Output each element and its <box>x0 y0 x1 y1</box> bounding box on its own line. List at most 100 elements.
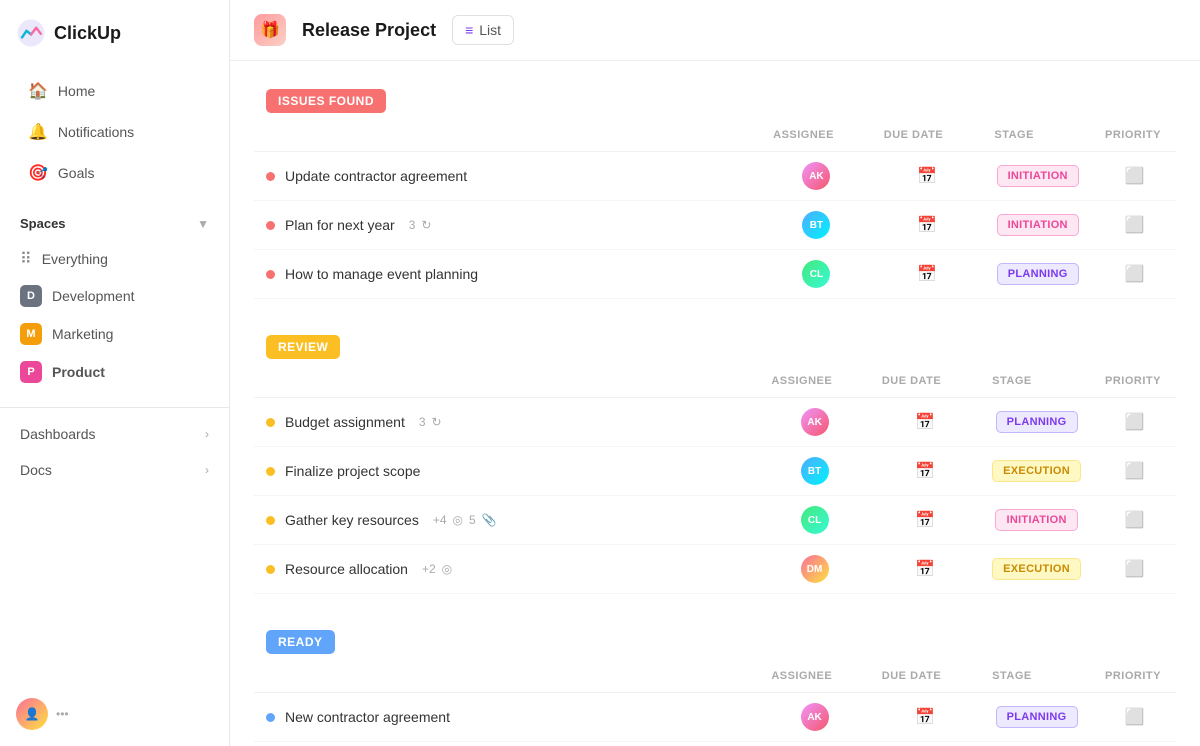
spaces-collapse-icon[interactable]: ▼ <box>197 217 209 231</box>
avatar: BT <box>802 211 830 239</box>
table-header-review: ASSIGNEE DUE DATE STAGE PRIORITY <box>254 365 1176 398</box>
sidebar-nav: 🏠 Home 🔔 Notifications 🎯 Goals <box>0 66 229 198</box>
table-header-issues: ASSIGNEE DUE DATE STAGE PRIORITY <box>254 119 1176 152</box>
product-space-icon: P <box>20 361 42 383</box>
table-header-ready: ASSIGNEE DUE DATE STAGE PRIORITY <box>254 660 1176 693</box>
task-dot <box>266 172 275 181</box>
docs-expand-icon: › <box>205 463 209 477</box>
grid-icon: ⠿ <box>20 249 32 269</box>
dashboards-expand-icon: › <box>205 427 209 441</box>
priority-icon: ⬜ <box>1125 512 1145 529</box>
clickup-logo-icon <box>16 18 46 48</box>
sidebar-item-home[interactable]: 🏠 Home <box>8 71 221 111</box>
user-avatar[interactable]: 👤 <box>16 698 48 730</box>
th-stage: STAGE <box>980 365 1093 398</box>
sidebar-item-development[interactable]: D Development <box>0 277 229 315</box>
user-menu-dots[interactable]: ••• <box>56 707 69 721</box>
priority-icon: ⬜ <box>1125 709 1145 726</box>
task-meta: +2 ◎ <box>422 562 452 576</box>
marketing-space-icon: M <box>20 323 42 345</box>
task-title: New contractor agreement <box>285 709 450 725</box>
stage-badge: PLANNING <box>997 263 1079 285</box>
meta-count: 3 <box>419 415 426 429</box>
task-dot <box>266 418 275 427</box>
sidebar-item-dashboards[interactable]: Dashboards › <box>0 416 229 452</box>
task-meta: 3 ↻ <box>419 415 442 429</box>
dashboards-label: Dashboards <box>20 426 96 442</box>
table-row[interactable]: New contractor agreement AK 📅 PLANNING ⬜ <box>254 693 1176 742</box>
sidebar-item-goals-label: Goals <box>58 165 95 181</box>
calendar-icon: 📅 <box>917 168 937 185</box>
sidebar-item-everything[interactable]: ⠿ Everything <box>0 241 229 277</box>
task-title: Budget assignment <box>285 414 405 430</box>
sidebar-item-development-label: Development <box>52 288 135 304</box>
avatar: AK <box>801 408 829 436</box>
table-row[interactable]: Budget assignment 3 ↻ AK 📅 PLANNING ⬜ <box>254 398 1176 447</box>
th-stage: STAGE <box>980 660 1093 693</box>
paperclip-icon: 📎 <box>482 513 497 527</box>
group-issues-found: ISSUES FOUND ASSIGNEE DUE DATE STAGE PRI… <box>254 81 1176 299</box>
table-row[interactable]: Finalize project scope BT 📅 EXECUTION ⬜ <box>254 447 1176 496</box>
task-meta: 3 ↻ <box>409 218 432 232</box>
table-row[interactable]: Gather key resources +4 ◎ 5 📎 CL 📅 <box>254 496 1176 545</box>
sidebar-item-goals[interactable]: 🎯 Goals <box>8 153 221 193</box>
task-title: Gather key resources <box>285 512 419 528</box>
calendar-icon: 📅 <box>917 266 937 283</box>
task-title: Update contractor agreement <box>285 168 467 184</box>
table-row[interactable]: Resource allocation +2 ◎ DM 📅 EXECUTION … <box>254 545 1176 594</box>
app-name: ClickUp <box>54 23 121 44</box>
project-title: Release Project <box>302 20 436 41</box>
task-dot <box>266 270 275 279</box>
sidebar-item-product-label: Product <box>52 364 105 380</box>
meta-count: 3 <box>409 218 416 232</box>
topbar: 🎁 Release Project ≡ List <box>230 0 1200 61</box>
avatar: CL <box>802 260 830 288</box>
calendar-icon: 📅 <box>915 463 935 480</box>
task-title: Plan for next year <box>285 217 395 233</box>
sidebar-item-marketing[interactable]: M Marketing <box>0 315 229 353</box>
group-review: REVIEW ASSIGNEE DUE DATE STAGE PRIORITY <box>254 327 1176 594</box>
table-row[interactable]: Refresh company website 5 📎 EP 📅 EXECUTI… <box>254 742 1176 746</box>
list-icon: ≡ <box>465 22 473 38</box>
sidebar-item-docs[interactable]: Docs › <box>0 452 229 488</box>
calendar-icon: 📅 <box>917 217 937 234</box>
docs-label: Docs <box>20 462 52 478</box>
avatar: CL <box>801 506 829 534</box>
stage-badge: PLANNING <box>996 706 1078 728</box>
th-duedate: DUE DATE <box>870 365 980 398</box>
task-meta: +4 ◎ 5 📎 <box>433 513 497 527</box>
th-assignee: ASSIGNEE <box>759 660 869 693</box>
refresh-icon: ↻ <box>421 218 431 232</box>
th-stage: STAGE <box>982 119 1093 152</box>
priority-icon: ⬜ <box>1125 168 1145 185</box>
task-title: Resource allocation <box>285 561 408 577</box>
table-row[interactable]: Plan for next year 3 ↻ BT 📅 INITIATION ⬜ <box>254 201 1176 250</box>
attachment-count: 5 <box>469 513 476 527</box>
ready-table: READY ASSIGNEE DUE DATE STAGE PRIORITY <box>254 622 1176 746</box>
view-switcher[interactable]: ≡ List <box>452 15 514 45</box>
stage-badge: EXECUTION <box>992 558 1081 580</box>
table-row[interactable]: Update contractor agreement AK 📅 INITIAT… <box>254 152 1176 201</box>
review-badge: REVIEW <box>266 335 340 359</box>
avatar: BT <box>801 457 829 485</box>
th-priority: PRIORITY <box>1093 365 1176 398</box>
sidebar-footer: 👤 ••• <box>0 682 229 746</box>
app-logo[interactable]: ClickUp <box>0 0 229 66</box>
sidebar-item-product[interactable]: P Product <box>0 353 229 391</box>
th-duedate: DUE DATE <box>870 660 980 693</box>
table-row[interactable]: How to manage event planning CL 📅 PLANNI… <box>254 250 1176 299</box>
th-task-name <box>254 660 759 693</box>
group-title-row-review: REVIEW <box>254 327 1176 365</box>
calendar-icon: 📅 <box>915 709 935 726</box>
bell-icon: 🔔 <box>28 122 48 142</box>
sidebar-item-home-label: Home <box>58 83 95 99</box>
review-table: REVIEW ASSIGNEE DUE DATE STAGE PRIORITY <box>254 327 1176 594</box>
sidebar-item-notifications-label: Notifications <box>58 124 134 140</box>
th-duedate: DUE DATE <box>872 119 983 152</box>
spaces-label: Spaces <box>20 216 66 231</box>
sidebar-item-notifications[interactable]: 🔔 Notifications <box>8 112 221 152</box>
avatar: AK <box>802 162 830 190</box>
sidebar-bottom-nav: Dashboards › Docs › <box>0 407 229 488</box>
task-dot <box>266 516 275 525</box>
development-space-icon: D <box>20 285 42 307</box>
